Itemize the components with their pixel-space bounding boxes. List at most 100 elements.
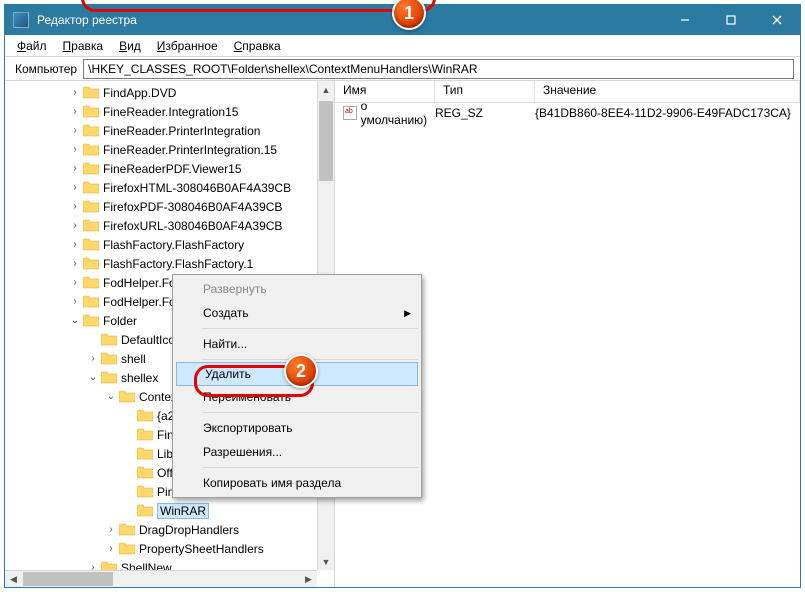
chevron-right-icon[interactable]: › bbox=[69, 277, 81, 288]
folder-icon bbox=[83, 86, 99, 99]
tree-item[interactable]: › FindApp.DVD bbox=[5, 83, 334, 102]
chevron-right-icon[interactable]: › bbox=[69, 258, 81, 269]
tree-item[interactable]: › FineReader.PrinterIntegration bbox=[5, 121, 334, 140]
chevron-right-icon[interactable]: › bbox=[69, 296, 81, 307]
tree-item[interactable]: › PropertySheetHandlers bbox=[5, 539, 334, 558]
folder-icon bbox=[83, 295, 99, 308]
menu-item[interactable]: Экспортировать bbox=[175, 416, 419, 440]
menubar: Файл Правка Вид Избранное Справка bbox=[5, 35, 800, 57]
folder-icon bbox=[119, 523, 135, 536]
menu-item-label: Переименовать bbox=[203, 390, 291, 404]
tree-scrollbar-horizontal[interactable]: ◀ ▶ bbox=[5, 570, 317, 587]
folder-icon bbox=[137, 504, 153, 517]
chevron-right-icon[interactable]: › bbox=[69, 144, 81, 155]
menu-edit[interactable]: Правка bbox=[55, 37, 112, 55]
value-name: о умолчанию) bbox=[361, 99, 435, 127]
value-type: REG_SZ bbox=[435, 106, 535, 120]
tree-item[interactable]: › FineReader.PrinterIntegration.15 bbox=[5, 140, 334, 159]
tree-item-label: DragDropHandlers bbox=[139, 523, 239, 537]
scroll-up-icon[interactable]: ▲ bbox=[318, 81, 334, 98]
folder-icon bbox=[101, 352, 117, 365]
menu-favorites[interactable]: Избранное bbox=[149, 37, 226, 55]
scroll-down-icon[interactable]: ▼ bbox=[318, 553, 334, 570]
chevron-right-icon[interactable]: › bbox=[69, 106, 81, 117]
chevron-right-icon[interactable]: › bbox=[87, 353, 99, 364]
menu-view[interactable]: Вид bbox=[111, 37, 149, 55]
tree-item[interactable]: › FlashFactory.FlashFactory bbox=[5, 235, 334, 254]
chevron-right-icon[interactable]: › bbox=[69, 220, 81, 231]
scroll-left-icon[interactable]: ◀ bbox=[5, 571, 22, 587]
folder-icon bbox=[83, 238, 99, 251]
scroll-thumb-h[interactable] bbox=[23, 572, 113, 586]
menu-file[interactable]: Файл bbox=[9, 37, 55, 55]
tree-item-label: FineReader.PrinterIntegration bbox=[103, 124, 260, 138]
chevron-right-icon[interactable]: › bbox=[69, 239, 81, 250]
tree-item[interactable]: WinRAR bbox=[5, 501, 334, 520]
annotation-badge-2: 2 bbox=[284, 354, 318, 388]
folder-icon bbox=[83, 200, 99, 213]
folder-icon bbox=[83, 257, 99, 270]
folder-icon bbox=[83, 105, 99, 118]
tree-item[interactable]: › FirefoxPDF-308046B0AF4A39CB bbox=[5, 197, 334, 216]
col-value[interactable]: Значение bbox=[535, 81, 800, 102]
chevron-down-icon[interactable]: ⌄ bbox=[87, 372, 99, 383]
scroll-right-icon[interactable]: ▶ bbox=[300, 571, 317, 587]
tree-item-label: FineReader.PrinterIntegration.15 bbox=[103, 143, 277, 157]
tree-item-label: FirefoxPDF-308046B0AF4A39CB bbox=[103, 200, 282, 214]
scroll-thumb-v[interactable] bbox=[319, 101, 333, 181]
menu-item[interactable]: Создать▶ bbox=[175, 301, 419, 325]
tree-item-label: shellex bbox=[121, 371, 158, 385]
tree-item-label: FineReader.Integration15 bbox=[103, 105, 238, 119]
menu-item-label: Удалить bbox=[205, 367, 251, 381]
chevron-down-icon[interactable]: ⌄ bbox=[105, 391, 117, 402]
menu-item[interactable]: Разрешения... bbox=[175, 440, 419, 464]
tree-item[interactable]: › FineReader.Integration15 bbox=[5, 102, 334, 121]
tree-item-label: FindApp.DVD bbox=[103, 86, 176, 100]
maximize-button[interactable] bbox=[708, 5, 754, 35]
menu-item-label: Копировать имя раздела bbox=[203, 476, 341, 490]
chevron-right-icon[interactable]: › bbox=[69, 163, 81, 174]
tree-item[interactable]: › FineReaderPDF.Viewer15 bbox=[5, 159, 334, 178]
menu-separator bbox=[203, 328, 418, 329]
folder-icon bbox=[137, 428, 153, 441]
folder-icon bbox=[83, 314, 99, 327]
tree-item-label: FlashFactory.FlashFactory bbox=[103, 238, 244, 252]
tree-item-label: shell bbox=[121, 352, 146, 366]
window-title: Редактор реестра bbox=[37, 13, 662, 27]
menu-item[interactable]: Найти... bbox=[175, 332, 419, 356]
folder-icon bbox=[119, 542, 135, 555]
folder-icon bbox=[83, 162, 99, 175]
chevron-right-icon[interactable]: › bbox=[69, 201, 81, 212]
menu-item: Развернуть bbox=[175, 277, 419, 301]
chevron-right-icon[interactable]: › bbox=[69, 125, 81, 136]
tree-item[interactable]: › FlashFactory.FlashFactory.1 bbox=[5, 254, 334, 273]
menu-item-label: Разрешения... bbox=[203, 445, 282, 459]
tree-item-label: PropertySheetHandlers bbox=[139, 542, 264, 556]
app-icon bbox=[13, 12, 29, 28]
list-item[interactable]: о умолчанию) REG_SZ {B41DB860-8EE4-11D2-… bbox=[335, 103, 800, 123]
col-type[interactable]: Тип bbox=[435, 81, 535, 102]
minimize-button[interactable] bbox=[662, 5, 708, 35]
menu-item[interactable]: Копировать имя раздела bbox=[175, 471, 419, 495]
tree-item[interactable]: › DragDropHandlers bbox=[5, 520, 334, 539]
close-button[interactable] bbox=[754, 5, 800, 35]
folder-icon bbox=[119, 390, 135, 403]
tree-item-label: FineReaderPDF.Viewer15 bbox=[103, 162, 242, 176]
folder-icon bbox=[83, 276, 99, 289]
address-input[interactable]: \HKEY_CLASSES_ROOT\Folder\shellex\Contex… bbox=[83, 59, 794, 79]
chevron-right-icon[interactable]: › bbox=[69, 182, 81, 193]
tree-item-label: FlashFactory.FlashFactory.1 bbox=[103, 257, 253, 271]
chevron-right-icon[interactable]: › bbox=[105, 543, 117, 554]
folder-icon bbox=[83, 143, 99, 156]
chevron-right-icon[interactable]: › bbox=[105, 524, 117, 535]
folder-icon bbox=[101, 371, 117, 384]
menu-item-label: Создать bbox=[203, 306, 249, 320]
chevron-right-icon[interactable]: › bbox=[69, 87, 81, 98]
tree-item[interactable]: ›FirefoxURL-308046B0AF4A39CB bbox=[5, 216, 334, 235]
menu-item[interactable]: Переименовать bbox=[175, 385, 419, 409]
chevron-down-icon[interactable]: ⌄ bbox=[69, 315, 81, 326]
folder-icon bbox=[83, 219, 99, 232]
tree-item[interactable]: ›FirefoxHTML-308046B0AF4A39CB bbox=[5, 178, 334, 197]
address-path-main: \HKEY_CLASSES_ROOT\Folder\shellex\Contex… bbox=[88, 62, 431, 76]
menu-help[interactable]: Справка bbox=[226, 37, 289, 55]
